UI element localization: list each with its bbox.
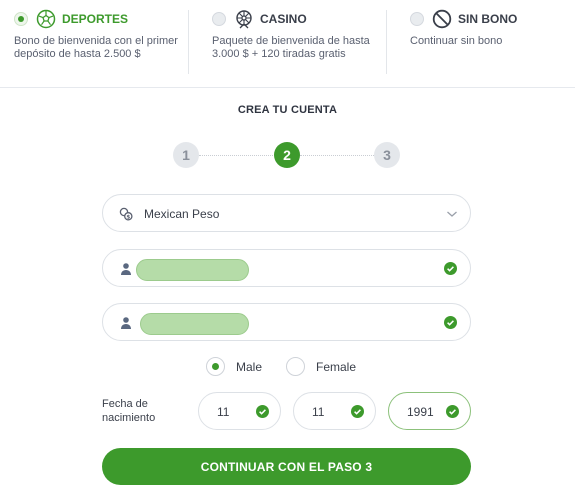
bonus-title: CASINO [260,12,307,26]
bonus-option-casino[interactable]: CASINO Paquete de bienvenida de hasta 3.… [212,8,382,78]
continue-step-3-button[interactable]: CONTINUAR CON EL PASO 3 [102,448,471,485]
first-name-field[interactable] [102,249,471,287]
no-entry-icon [432,9,452,29]
stepper-connector [199,155,273,156]
chevron-down-icon [446,208,458,220]
step-2-active: 2 [274,142,300,168]
masked-value [140,313,249,335]
check-circle-icon [256,405,269,418]
gender-radio-female[interactable] [286,357,305,376]
bonus-selector: DEPORTES Bono de bienvenida con el prime… [0,0,575,88]
birth-month-value: 11 [312,405,325,419]
check-circle-icon [444,262,457,275]
stepper-connector [300,155,374,156]
step-3: 3 [374,142,400,168]
birth-day-select[interactable]: 11 [198,392,281,430]
birth-month-select[interactable]: 11 [293,392,376,430]
bonus-title: DEPORTES [62,12,129,26]
check-circle-icon [446,405,459,418]
birth-year-value: 1991 [407,405,434,419]
bonus-option-sin-bono[interactable]: SIN BONO Continuar sin bono [410,8,570,78]
step-1: 1 [173,142,199,168]
bonus-description: Paquete de bienvenida de hasta 3.000 $ +… [212,35,370,60]
currency-select[interactable]: $ Mexican Peso [102,194,471,232]
svg-text:$: $ [126,214,130,220]
bonus-radio-casino[interactable] [212,12,226,26]
bonus-description: Continuar sin bono [410,35,503,47]
bonus-option-deportes[interactable]: DEPORTES Bono de bienvenida con el prime… [14,8,184,78]
birth-day-value: 11 [217,405,230,419]
ferris-wheel-icon [234,9,254,29]
bonus-description: Bono de bienvenida con el primer depósit… [14,35,178,60]
user-icon [119,316,133,330]
soccer-ball-icon [36,9,56,29]
divider [386,10,387,74]
birth-year-select[interactable]: 1991 [388,392,471,430]
last-name-field[interactable] [102,303,471,341]
check-circle-icon [444,316,457,329]
currency-value: Mexican Peso [144,207,220,221]
check-circle-icon [351,405,364,418]
gender-option-male[interactable]: Male [206,357,262,376]
gender-option-female[interactable]: Female [286,357,356,376]
bonus-radio-deportes[interactable] [14,12,28,26]
divider [188,10,189,74]
bonus-radio-sin-bono[interactable] [410,12,424,26]
gender-label: Female [316,359,357,374]
gender-label: Male [236,359,263,374]
form-heading: CREA TU CUENTA [237,104,338,116]
user-icon [119,262,133,276]
gender-radio-male[interactable] [206,357,225,376]
masked-value [136,259,249,281]
bonus-title: SIN BONO [458,12,518,26]
money-bag-icon: $ [119,207,133,221]
birth-date-label: Fecha de nacimiento [102,398,156,424]
